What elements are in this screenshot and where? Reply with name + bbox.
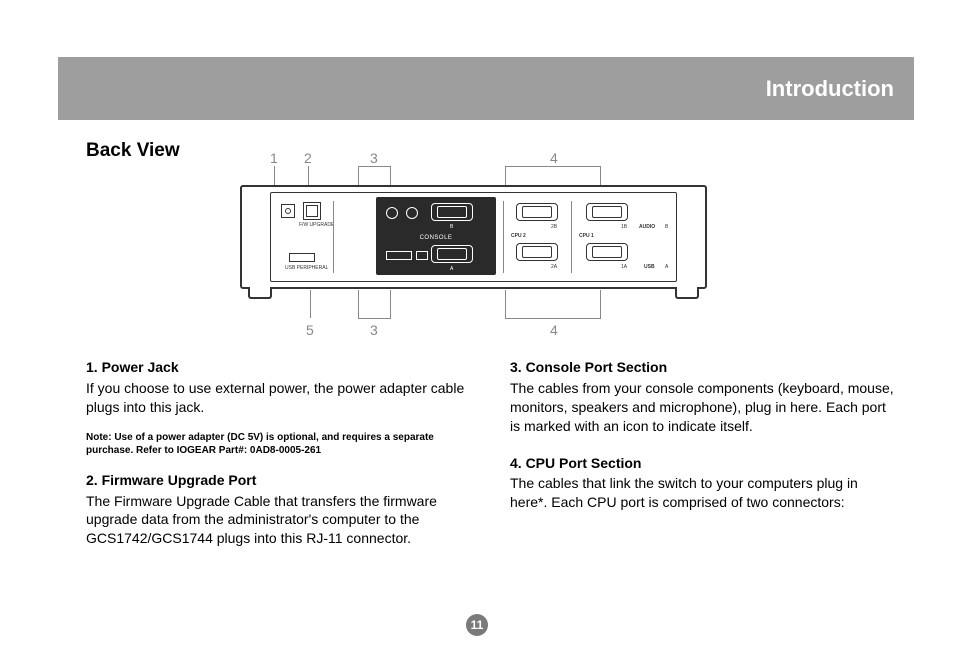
console-b-label: B <box>450 224 453 230</box>
line-4b-h <box>505 318 601 319</box>
cpu1-label: CPU 1 <box>579 233 594 239</box>
callout-4-top: 4 <box>550 150 558 166</box>
callout-1: 1 <box>270 150 278 166</box>
item-3-body: The cables from your console components … <box>510 379 894 436</box>
audio-label: AUDIO <box>639 224 655 230</box>
audio-out-icon <box>386 207 398 219</box>
callout-5: 5 <box>306 322 314 338</box>
usb-a: A <box>665 264 668 270</box>
line-3b-h <box>358 318 391 319</box>
device-outline: F/W UPGRADE USB PERIPHERAL B CONSOLE A 2… <box>240 185 707 289</box>
device-panel: F/W UPGRADE USB PERIPHERAL B CONSOLE A 2… <box>270 192 677 282</box>
header-bar: Introduction <box>58 57 914 120</box>
power-jack-icon <box>281 204 295 218</box>
callout-3-top: 3 <box>370 150 378 166</box>
divider-2 <box>503 201 504 273</box>
console-usb-2-icon <box>416 251 428 260</box>
divider-1 <box>333 201 334 273</box>
console-label: CONSOLE <box>376 235 496 241</box>
item-4-head: 4. CPU Port Section <box>510 454 894 473</box>
line-4b-l <box>505 290 506 318</box>
cpu2-b-label: 2B <box>551 224 557 230</box>
item-4-body: The cables that link the switch to your … <box>510 474 894 512</box>
cpu2-vga-b-icon <box>516 203 558 221</box>
fw-label: F/W UPGRADE <box>299 222 334 228</box>
cpu2-a-label: 2A <box>551 264 557 270</box>
console-section-icon: B CONSOLE A <box>376 197 496 275</box>
foot-left <box>248 287 272 299</box>
content-columns: 1. Power Jack If you choose to use exter… <box>86 358 894 548</box>
cpu2-vga-a-icon <box>516 243 558 261</box>
console-a-label: A <box>450 266 453 272</box>
page-number: 11 <box>471 618 484 632</box>
audio-b: B <box>665 224 668 230</box>
usb-periph-label: USB PERIPHERAL <box>285 265 328 271</box>
console-usb-1-icon <box>386 251 412 260</box>
cpu1-vga-b-icon <box>586 203 628 221</box>
cpu1-vga-a-icon <box>586 243 628 261</box>
console-vga-b-icon <box>431 203 473 221</box>
cpu1-a-label: 1A <box>621 264 627 270</box>
rj11-port-icon <box>303 202 321 220</box>
usb-peripheral-port-icon <box>289 253 315 262</box>
callout-3-bottom: 3 <box>370 322 378 338</box>
callout-2: 2 <box>304 150 312 166</box>
console-vga-a-icon <box>431 245 473 263</box>
usb-label: USB <box>644 264 655 270</box>
line-3b-l <box>358 290 359 318</box>
callout-4-bottom: 4 <box>550 322 558 338</box>
line-3b-r <box>390 290 391 318</box>
cpu1-b-label: 1B <box>621 224 627 230</box>
item-3-head: 3. Console Port Section <box>510 358 894 377</box>
foot-right <box>675 287 699 299</box>
section-title: Back View <box>86 140 180 162</box>
back-view-diagram: 1 2 3 4 F/W UPGRADE USB PERIPHERAL B <box>240 150 710 340</box>
item-1-note: Note: Use of a power adapter (DC 5V) is … <box>86 431 470 457</box>
line-4t-h <box>505 166 601 167</box>
divider-3 <box>571 201 572 273</box>
cpu2-label: CPU 2 <box>511 233 526 239</box>
item-1-head: 1. Power Jack <box>86 358 470 377</box>
mic-in-icon <box>406 207 418 219</box>
left-column: 1. Power Jack If you choose to use exter… <box>86 358 470 548</box>
item-1-body: If you choose to use external power, the… <box>86 379 470 417</box>
right-column: 3. Console Port Section The cables from … <box>510 358 894 548</box>
page-number-badge: 11 <box>466 614 488 636</box>
line-3t-h <box>358 166 391 167</box>
item-2-body: The Firmware Upgrade Cable that transfer… <box>86 492 470 549</box>
header-title: Introduction <box>766 76 894 102</box>
item-2-head: 2. Firmware Upgrade Port <box>86 471 470 490</box>
line-5 <box>310 290 311 318</box>
line-4b-r <box>600 290 601 318</box>
